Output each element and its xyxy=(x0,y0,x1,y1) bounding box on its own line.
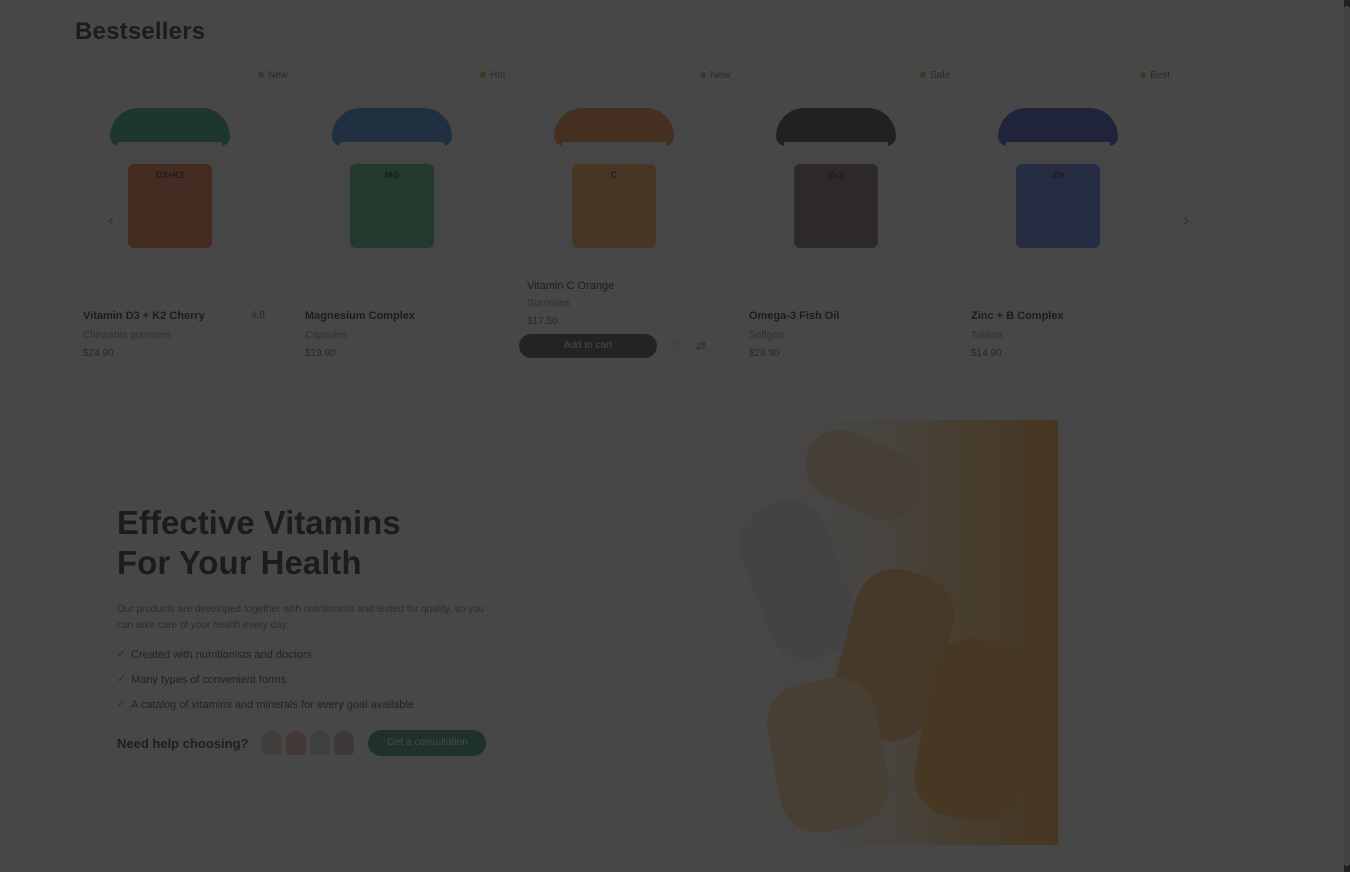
hero-description: Our products are developed together with… xyxy=(117,604,485,631)
avatar-group xyxy=(262,731,358,755)
product-price: $19.90 xyxy=(305,348,336,359)
product-name[interactable]: Magnesium Complex xyxy=(305,310,415,322)
jar-lid xyxy=(776,108,896,146)
benefit-item: ✓ Created with nutritionists and doctors xyxy=(117,648,312,661)
product-name[interactable]: Zinc + B Complex xyxy=(971,310,1064,322)
badge: New xyxy=(700,70,730,81)
product-rating: 4.8 xyxy=(251,310,265,321)
bestsellers-carousel: ‹ › D3+K2 Vitamin D3 + K2 Cherry 4.8 Che… xyxy=(75,88,1200,378)
avatar xyxy=(310,731,331,755)
product-price: $29.90 xyxy=(749,348,780,359)
jar-label-text: D3+K2 xyxy=(155,170,185,180)
benefit-list: ✓ Created with nutritionists and doctors … xyxy=(117,642,414,717)
hero-title-line: For Your Health xyxy=(117,544,362,581)
product-image[interactable]: D3+K2 xyxy=(110,108,230,268)
product-name[interactable]: Vitamin C Orange xyxy=(527,280,614,292)
product-card[interactable]: Ω-3 Omega-3 Fish Oil Softgels $29.90 xyxy=(741,88,946,378)
jar-lid xyxy=(110,108,230,146)
avatar xyxy=(262,731,283,755)
help-text: Need help choosing? xyxy=(117,735,249,751)
product-name[interactable]: Vitamin D3 + K2 Cherry xyxy=(83,310,205,322)
hero-section: Effective Vitamins For Your Health Our p… xyxy=(0,400,1344,872)
section-title: Bestsellers xyxy=(75,18,206,45)
product-image[interactable]: Ω-3 xyxy=(776,108,896,268)
product-card-active[interactable]: C Vitamin C Orange Gummies $17.50 Add to… xyxy=(519,88,724,378)
benefit-item: ✓ A catalog of vitamins and minerals for … xyxy=(117,698,415,711)
product-subtitle: Gummies xyxy=(527,298,570,309)
compare-icon[interactable]: ⇄ xyxy=(693,338,709,354)
benefit-item: ✓ Many types of convenient forms xyxy=(117,673,287,686)
jar-label-text: MG xyxy=(384,170,400,180)
product-price: $17.50 xyxy=(527,316,558,327)
jar-label-text: C xyxy=(610,170,618,180)
product-price: $24.90 xyxy=(83,348,114,359)
product-image[interactable]: C xyxy=(554,108,674,268)
page: Bestsellers New Hot New Sale Best ‹ › D3… xyxy=(0,0,1344,872)
badge: Best xyxy=(1140,70,1170,81)
jar-label-text: ZN xyxy=(1052,170,1064,180)
product-price: $14.90 xyxy=(971,348,1002,359)
jar-lid xyxy=(332,108,452,146)
product-subtitle: Chewable gummies xyxy=(83,330,171,341)
jar-label-text: Ω-3 xyxy=(828,170,844,180)
product-subtitle: Capsules xyxy=(305,330,347,341)
product-name[interactable]: Omega-3 Fish Oil xyxy=(749,310,839,322)
chevron-right-icon[interactable]: › xyxy=(1178,208,1194,232)
hero-title: Effective Vitamins For Your Health xyxy=(117,503,401,583)
avatar xyxy=(286,731,307,755)
badge: Sale xyxy=(920,70,950,81)
avatar xyxy=(334,731,355,755)
jar-lid xyxy=(998,108,1118,146)
check-icon: ✓ xyxy=(117,649,126,660)
hero-image xyxy=(733,420,1058,845)
product-card[interactable]: MG Magnesium Complex Capsules $19.90 xyxy=(297,88,502,378)
check-icon: ✓ xyxy=(117,699,126,710)
add-to-cart-button[interactable]: Add to cart xyxy=(519,334,657,358)
badge-row: New Hot New Sale Best xyxy=(0,70,1350,82)
badge: Hot xyxy=(480,70,506,81)
badge: New xyxy=(258,70,288,81)
product-image[interactable]: MG xyxy=(332,108,452,268)
consultation-button[interactable]: Get a consultation xyxy=(368,730,487,756)
help-row: Need help choosing? Get a consultation xyxy=(117,730,487,756)
heart-icon[interactable]: ♡ xyxy=(669,338,685,354)
product-image[interactable]: ZN xyxy=(998,108,1118,268)
product-card[interactable]: ZN Zinc + B Complex Tablets $14.90 xyxy=(963,88,1168,378)
scrollbar-thumb[interactable] xyxy=(1344,6,1350,866)
jar-lid xyxy=(554,108,674,146)
product-subtitle: Tablets xyxy=(971,330,1003,341)
product-subtitle: Softgels xyxy=(749,330,786,341)
product-card[interactable]: D3+K2 Vitamin D3 + K2 Cherry 4.8 Chewabl… xyxy=(75,88,280,378)
hero-title-line: Effective Vitamins xyxy=(117,504,401,541)
check-icon: ✓ xyxy=(117,674,126,685)
